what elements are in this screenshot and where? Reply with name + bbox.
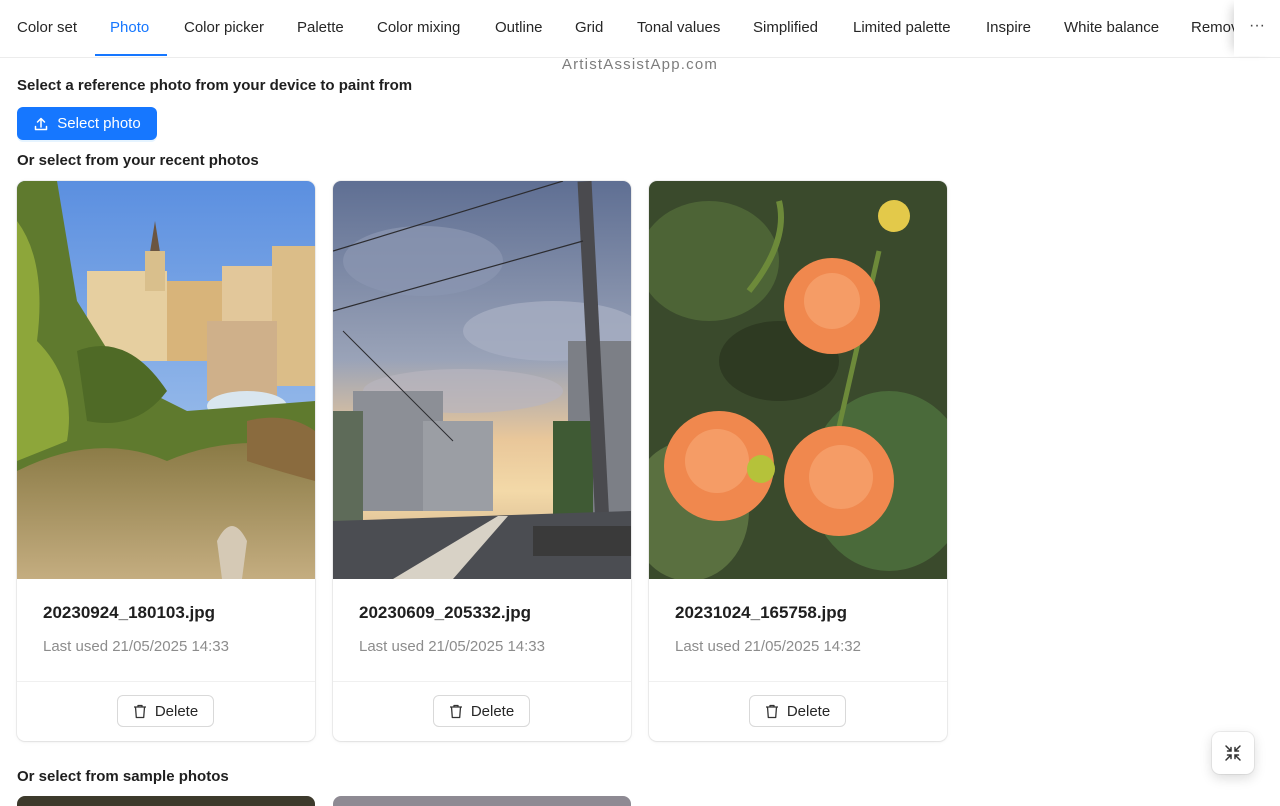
sample-photos-heading: Or select from sample photos bbox=[17, 768, 229, 785]
sample-photo-thumbnail[interactable] bbox=[17, 796, 315, 806]
tab-palette[interactable]: Palette bbox=[297, 0, 344, 56]
brand-watermark: ArtistAssistApp.com bbox=[561, 56, 719, 73]
upload-icon bbox=[35, 117, 48, 130]
fullscreen-exit-icon bbox=[1225, 745, 1241, 761]
tab-list: Color set Photo Color picker Palette Col… bbox=[0, 0, 1234, 57]
photo-thumbnail[interactable] bbox=[333, 181, 631, 579]
card-actions: Delete bbox=[649, 681, 947, 741]
tab-simplified[interactable]: Simplified bbox=[753, 0, 818, 56]
photo-thumbnail[interactable] bbox=[17, 181, 315, 579]
delete-photo-button[interactable]: Delete bbox=[117, 695, 214, 727]
select-photo-button[interactable]: Select photo bbox=[17, 107, 157, 140]
photo-thumbnail[interactable] bbox=[649, 181, 947, 579]
card-actions: Delete bbox=[333, 681, 631, 741]
recent-photo-card: 20231024_165758.jpg Last used 21/05/2025… bbox=[649, 181, 947, 741]
photo-last-used: Last used 21/05/2025 14:33 bbox=[359, 638, 545, 655]
photo-filename: 20230609_205332.jpg bbox=[359, 603, 532, 622]
card-actions: Delete bbox=[17, 681, 315, 741]
tab-grid[interactable]: Grid bbox=[575, 0, 603, 56]
delete-photo-button[interactable]: Delete bbox=[749, 695, 846, 727]
trash-icon bbox=[133, 704, 146, 718]
recent-photo-card: 20230924_180103.jpg Last used 21/05/2025… bbox=[17, 181, 315, 741]
delete-photo-button[interactable]: Delete bbox=[433, 695, 530, 727]
tab-photo[interactable]: Photo bbox=[110, 0, 149, 56]
recent-photo-card: 20230609_205332.jpg Last used 21/05/2025… bbox=[333, 181, 631, 741]
tab-color-mixing[interactable]: Color mixing bbox=[377, 0, 460, 56]
tab-color-set[interactable]: Color set bbox=[17, 0, 77, 56]
photo-last-used: Last used 21/05/2025 14:32 bbox=[675, 638, 861, 655]
exit-fullscreen-button[interactable] bbox=[1212, 732, 1254, 774]
delete-label: Delete bbox=[154, 702, 199, 720]
select-photo-label: Select photo bbox=[57, 115, 141, 132]
trash-icon bbox=[449, 704, 462, 718]
delete-label: Delete bbox=[470, 702, 515, 720]
tab-color-picker[interactable]: Color picker bbox=[184, 0, 264, 56]
tab-limited-palette[interactable]: Limited palette bbox=[853, 0, 951, 56]
select-photo-heading: Select a reference photo from your devic… bbox=[17, 77, 413, 94]
photo-filename: 20231024_165758.jpg bbox=[675, 603, 848, 622]
delete-label: Delete bbox=[786, 702, 831, 720]
ellipsis-icon: ··· bbox=[1249, 17, 1265, 34]
tab-bar: Color set Photo Color picker Palette Col… bbox=[0, 0, 1280, 58]
sample-photo-thumbnail[interactable] bbox=[333, 796, 631, 806]
tab-remove[interactable]: Remov bbox=[1191, 0, 1234, 56]
recent-photos-heading: Or select from your recent photos bbox=[17, 152, 259, 169]
trash-icon bbox=[765, 704, 778, 718]
tab-outline[interactable]: Outline bbox=[495, 0, 543, 56]
photo-filename: 20230924_180103.jpg bbox=[43, 603, 216, 622]
tab-white-balance[interactable]: White balance bbox=[1064, 0, 1159, 56]
tab-more-button[interactable]: ··· bbox=[1234, 0, 1280, 56]
tab-tonal-values[interactable]: Tonal values bbox=[637, 0, 720, 56]
tab-inspire[interactable]: Inspire bbox=[986, 0, 1031, 56]
photo-last-used: Last used 21/05/2025 14:33 bbox=[43, 638, 229, 655]
